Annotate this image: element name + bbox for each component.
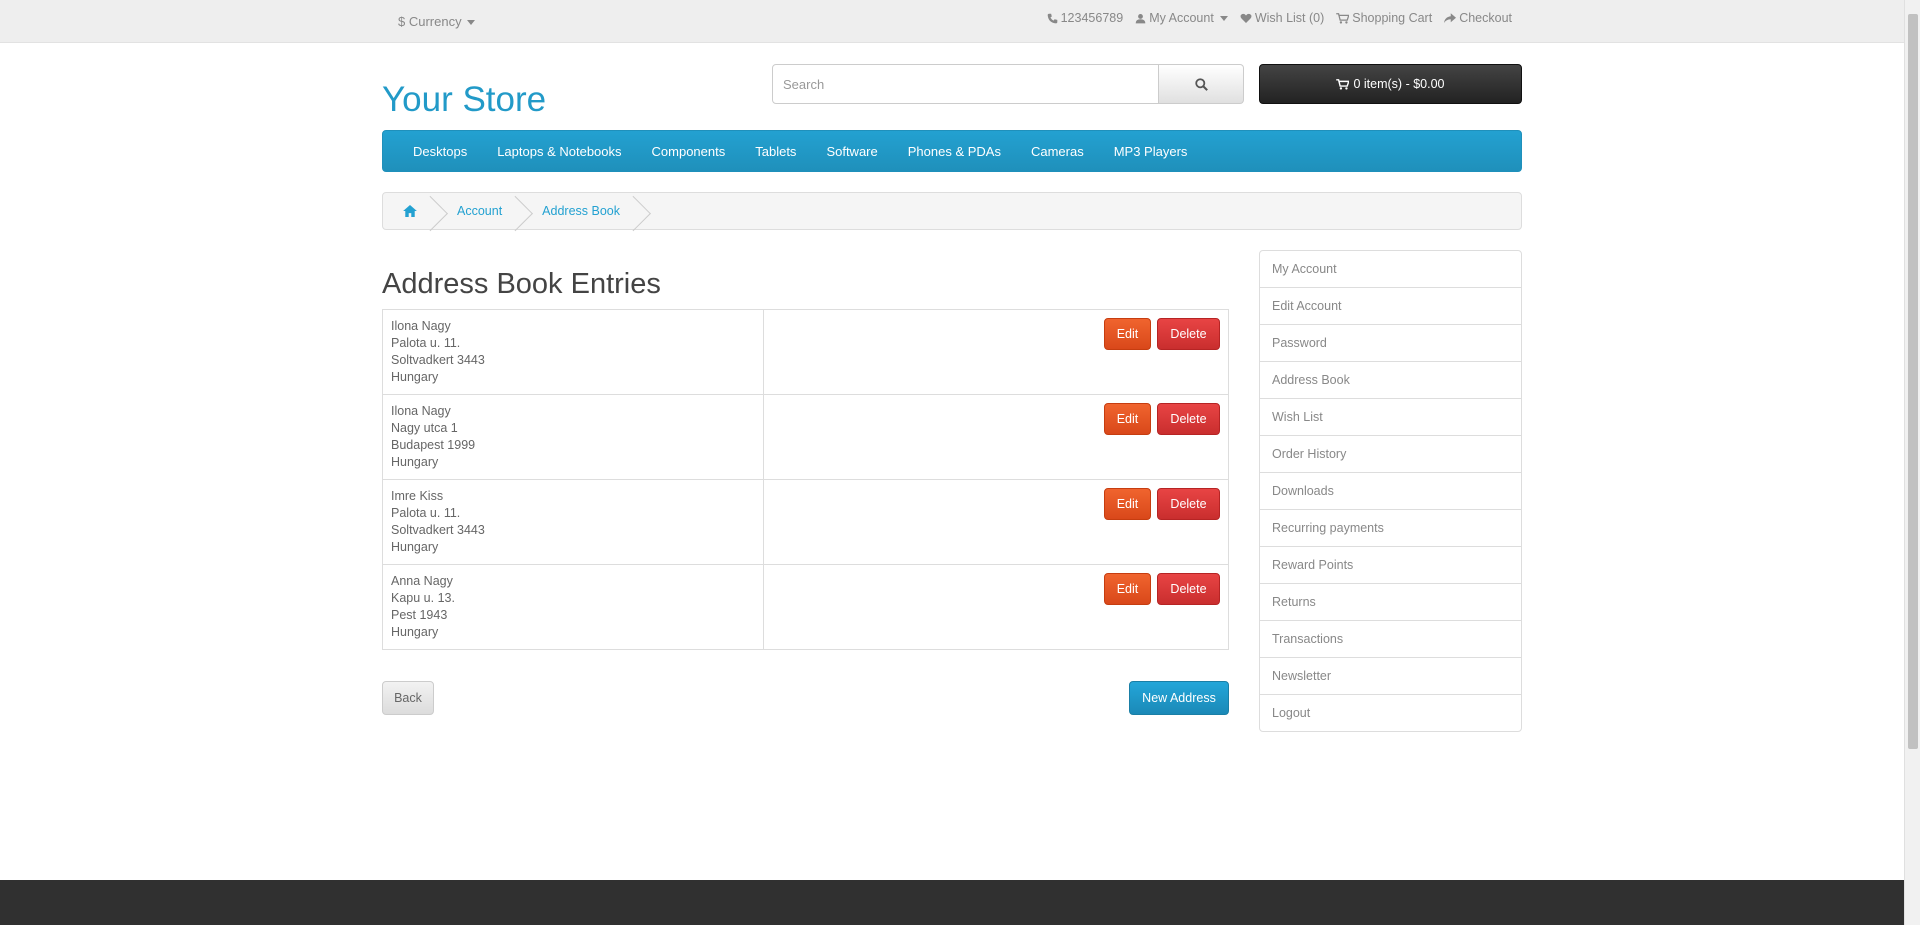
menu-item-cameras[interactable]: Cameras xyxy=(1016,144,1099,159)
breadcrumb-account[interactable]: Account xyxy=(437,193,522,229)
address-line: Pest 1943 xyxy=(391,608,448,622)
sidebar-item-address-book[interactable]: Address Book xyxy=(1260,361,1521,398)
address-line: Soltvadkert 3443 xyxy=(391,523,485,537)
heart-icon xyxy=(1240,13,1252,23)
address-line: Hungary xyxy=(391,370,439,384)
checkout-label: Checkout xyxy=(1459,11,1512,25)
delete-button[interactable]: Delete xyxy=(1157,573,1220,605)
address-line: Hungary xyxy=(391,455,439,469)
menu-item-tablets[interactable]: Tablets xyxy=(740,144,811,159)
menu-item-laptops-notebooks[interactable]: Laptops & Notebooks xyxy=(482,144,636,159)
caret-down-icon xyxy=(467,20,476,26)
address-line: Hungary xyxy=(391,540,439,554)
user-icon xyxy=(1135,13,1146,23)
sidebar-item-transactions[interactable]: Transactions xyxy=(1260,620,1521,657)
address-line: Nagy utca 1 xyxy=(391,421,458,435)
sidebar-item-reward-points[interactable]: Reward Points xyxy=(1260,546,1521,583)
my-account-label: My Account xyxy=(1149,11,1214,25)
actions-cell: Edit Delete xyxy=(763,309,1229,395)
sidebar-item-recurring-payments[interactable]: Recurring payments xyxy=(1260,509,1521,546)
address-line: Hungary xyxy=(391,625,439,639)
phone-number: 123456789 xyxy=(1060,11,1124,25)
breadcrumb-address-book[interactable]: Address Book xyxy=(522,193,640,229)
shopping-cart-label: Shopping Cart xyxy=(1352,11,1433,25)
menu-item-desktops[interactable]: Desktops xyxy=(398,144,482,159)
address-line: Palota u. 11. xyxy=(391,506,461,520)
wish-list-label: Wish List (0) xyxy=(1254,11,1325,25)
sidebar-item-order-history[interactable]: Order History xyxy=(1260,435,1521,472)
back-button[interactable]: Back xyxy=(382,681,434,715)
sidebar-item-edit-account[interactable]: Edit Account xyxy=(1260,287,1521,324)
table-row: Ilona Nagy Nagy utca 1 Budapest 1999 Hun… xyxy=(382,394,1229,480)
address-line: Imre Kiss xyxy=(391,489,444,503)
actions-cell: Edit Delete xyxy=(763,479,1229,565)
top-bar: $ Currency 123456789 My Account Wish Lis… xyxy=(0,0,1904,43)
scrollbar-thumb[interactable] xyxy=(1908,14,1918,749)
search-input[interactable]: Search xyxy=(772,64,1159,104)
edit-button[interactable]: Edit xyxy=(1104,488,1151,520)
scrollbar[interactable] xyxy=(1904,0,1920,925)
share-icon xyxy=(1444,12,1457,23)
menu-item-phones-pdas[interactable]: Phones & PDAs xyxy=(893,144,1016,159)
delete-button[interactable]: Delete xyxy=(1157,488,1220,520)
currency-label: $ Currency xyxy=(398,14,462,29)
address-line: Kapu u. 13. xyxy=(391,591,455,605)
currency-dropdown[interactable]: $ Currency xyxy=(398,14,476,29)
cart-total: 0 item(s) - $0.00 xyxy=(1353,77,1445,91)
actions-cell: Edit Delete xyxy=(763,564,1229,650)
breadcrumb: Account Address Book xyxy=(382,192,1522,230)
address-line: Anna Nagy xyxy=(391,574,453,588)
page-title: Address Book Entries xyxy=(382,268,661,300)
table-row: Ilona Nagy Palota u. 11. Soltvadkert 344… xyxy=(382,309,1229,395)
edit-button[interactable]: Edit xyxy=(1104,573,1151,605)
my-account-dropdown[interactable]: My Account xyxy=(1135,11,1228,25)
sidebar-item-newsletter[interactable]: Newsletter xyxy=(1260,657,1521,694)
delete-button[interactable]: Delete xyxy=(1157,318,1220,350)
menu-item-mp3-players[interactable]: MP3 Players xyxy=(1099,144,1203,159)
address-line: Palota u. 11. xyxy=(391,336,461,350)
search-bar: Search xyxy=(772,64,1244,104)
checkout-link[interactable]: Checkout xyxy=(1444,11,1512,25)
sidebar-item-logout[interactable]: Logout xyxy=(1260,694,1521,731)
address-cell: Ilona Nagy Nagy utca 1 Budapest 1999 Hun… xyxy=(382,394,764,480)
account-sidebar: My Account Edit Account Password Address… xyxy=(1259,250,1522,732)
sidebar-item-wish-list[interactable]: Wish List xyxy=(1260,398,1521,435)
caret-down-icon xyxy=(1219,15,1228,21)
shopping-cart-link[interactable]: Shopping Cart xyxy=(1336,11,1432,25)
menu-item-components[interactable]: Components xyxy=(637,144,741,159)
address-line: Ilona Nagy xyxy=(391,404,451,418)
footer xyxy=(0,880,1904,925)
cart-icon xyxy=(1336,12,1350,24)
address-line: Soltvadkert 3443 xyxy=(391,353,485,367)
address-table: Ilona Nagy Palota u. 11. Soltvadkert 344… xyxy=(382,309,1229,650)
table-row: Imre Kiss Palota u. 11. Soltvadkert 3443… xyxy=(382,479,1229,565)
wish-list-link[interactable]: Wish List (0) xyxy=(1240,11,1324,25)
sidebar-item-password[interactable]: Password xyxy=(1260,324,1521,361)
store-logo[interactable]: Your Store xyxy=(382,80,546,120)
actions-cell: Edit Delete xyxy=(763,394,1229,480)
address-line: Ilona Nagy xyxy=(391,319,451,333)
edit-button[interactable]: Edit xyxy=(1104,318,1151,350)
main-menu: Desktops Laptops & Notebooks Components … xyxy=(382,130,1522,172)
delete-button[interactable]: Delete xyxy=(1157,403,1220,435)
table-row: Anna Nagy Kapu u. 13. Pest 1943 Hungary … xyxy=(382,564,1229,650)
sidebar-item-downloads[interactable]: Downloads xyxy=(1260,472,1521,509)
home-icon xyxy=(403,205,417,217)
address-cell: Anna Nagy Kapu u. 13. Pest 1943 Hungary xyxy=(382,564,764,650)
sidebar-item-my-account[interactable]: My Account xyxy=(1260,251,1521,287)
menu-item-software[interactable]: Software xyxy=(811,144,892,159)
address-line: Budapest 1999 xyxy=(391,438,476,452)
address-cell: Imre Kiss Palota u. 11. Soltvadkert 3443… xyxy=(382,479,764,565)
new-address-button[interactable]: New Address xyxy=(1129,681,1229,715)
cart-icon xyxy=(1336,78,1350,90)
search-button[interactable] xyxy=(1159,64,1244,104)
phone-link[interactable]: 123456789 xyxy=(1047,11,1124,25)
edit-button[interactable]: Edit xyxy=(1104,403,1151,435)
cart-button[interactable]: 0 item(s) - $0.00 xyxy=(1259,64,1522,104)
breadcrumb-home[interactable] xyxy=(383,193,437,229)
phone-icon xyxy=(1047,13,1057,23)
search-icon xyxy=(1194,77,1208,91)
sidebar-item-returns[interactable]: Returns xyxy=(1260,583,1521,620)
address-cell: Ilona Nagy Palota u. 11. Soltvadkert 344… xyxy=(382,309,764,395)
